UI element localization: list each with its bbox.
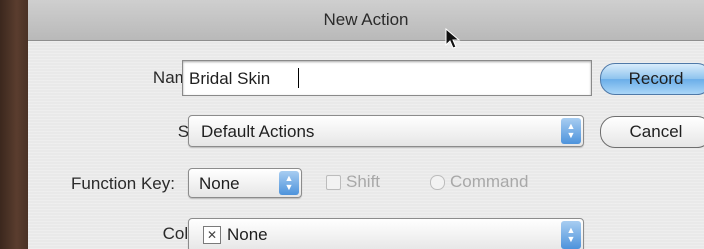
new-action-dialog: New Action Name: Bridal Skin Set: Defaul…: [28, 0, 704, 249]
command-checkbox[interactable]: [430, 175, 445, 190]
text-caret: [298, 68, 299, 88]
shift-checkbox[interactable]: [326, 175, 341, 190]
up-down-arrows-icon: ▲ ▼: [279, 171, 299, 195]
cancel-button[interactable]: Cancel: [600, 116, 704, 148]
function-key-popup[interactable]: None ▲ ▼: [188, 168, 302, 198]
record-button[interactable]: Record: [600, 63, 704, 95]
background-left-edge: [0, 0, 28, 249]
color-popup[interactable]: ✕ None ▲ ▼: [188, 218, 584, 249]
dialog-title: New Action: [323, 10, 409, 29]
command-label: Command: [450, 172, 529, 191]
set-popup[interactable]: Default Actions ▲ ▼: [188, 115, 584, 147]
function-key-label: Function Key:: [71, 174, 175, 193]
up-down-arrows-icon: ▲ ▼: [561, 118, 581, 144]
shift-label: Shift: [346, 172, 381, 191]
no-color-swatch-icon: ✕: [203, 226, 221, 244]
function-key-popup-value: None: [199, 174, 240, 193]
mouse-cursor-icon: [445, 28, 461, 49]
title-bar[interactable]: New Action: [28, 0, 704, 41]
color-popup-value: None: [227, 225, 268, 244]
set-popup-value: Default Actions: [201, 122, 315, 141]
name-field[interactable]: Bridal Skin: [182, 60, 592, 96]
name-field-value: Bridal Skin: [189, 69, 271, 88]
up-down-arrows-icon: ▲ ▼: [561, 221, 581, 249]
